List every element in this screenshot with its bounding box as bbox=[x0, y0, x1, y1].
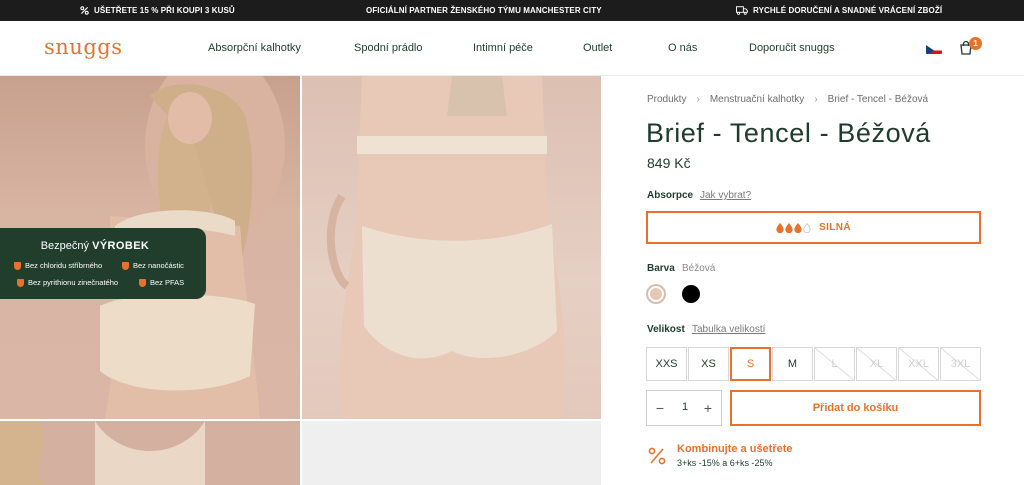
percent-icon bbox=[80, 6, 89, 15]
size-option-label: 3XL bbox=[950, 358, 971, 370]
breadcrumb-products[interactable]: Produkty bbox=[647, 94, 686, 105]
logo[interactable]: snuggs bbox=[44, 35, 123, 59]
truck-icon bbox=[736, 6, 748, 15]
size-label: Velikost bbox=[647, 324, 685, 335]
badge-item-label: Bez nanočástic bbox=[133, 261, 184, 270]
size-option-xs[interactable]: XS bbox=[688, 347, 729, 381]
product-image-4[interactable] bbox=[302, 421, 601, 485]
promo-delivery: RYCHLÉ DORUČENÍ A SNADNÉ VRÁCENÍ ZBOŽÍ bbox=[736, 0, 942, 21]
size-option-label: XL bbox=[869, 358, 884, 370]
shield-icon bbox=[17, 278, 24, 287]
combo-offer-title: Kombinujte a ušetřete bbox=[677, 443, 793, 455]
promo-delivery-text: RYCHLÉ DORUČENÍ A SNADNÉ VRÁCENÍ ZBOŽÍ bbox=[753, 6, 943, 15]
size-option-label: XXL bbox=[908, 358, 929, 370]
badge-title-bold: VÝROBEK bbox=[92, 240, 150, 252]
promo-partner: OFICIÁLNÍ PARTNER ŽENSKÉHO TÝMU MANCHEST… bbox=[366, 0, 602, 21]
combo-offer-details: 3+ks -15% a 6+ks -25% bbox=[677, 458, 773, 468]
chevron-right-icon: › bbox=[814, 94, 818, 105]
shield-icon bbox=[122, 261, 129, 270]
quantity-stepper: − 1 + bbox=[646, 390, 722, 426]
promo-partner-text: OFICIÁLNÍ PARTNER ŽENSKÉHO TÝMU MANCHEST… bbox=[366, 6, 602, 15]
add-to-cart-button[interactable]: Přidat do košíku bbox=[730, 390, 981, 426]
size-option-3xl[interactable]: 3XL bbox=[940, 347, 981, 381]
product-title: Brief - Tencel - Béžová bbox=[646, 118, 931, 148]
nav-absorbent-underwear[interactable]: Absorpční kalhotky bbox=[208, 42, 301, 54]
absorption-option[interactable]: SILNÁ bbox=[646, 211, 981, 244]
badge-item-label: Bez PFAS bbox=[150, 278, 185, 287]
shield-icon bbox=[14, 261, 21, 270]
color-value: Béžová bbox=[682, 263, 716, 274]
quantity-increase-button[interactable]: + bbox=[697, 391, 719, 425]
nav-about[interactable]: O nás bbox=[668, 42, 697, 54]
absorption-help-link[interactable]: Jak vybrat? bbox=[700, 190, 751, 201]
size-option-xxl[interactable]: XXL bbox=[898, 347, 939, 381]
product-image-3[interactable] bbox=[0, 421, 300, 485]
size-chart-link[interactable]: Tabulka velikostí bbox=[692, 324, 765, 335]
nav-outlet[interactable]: Outlet bbox=[583, 42, 612, 54]
color-label: Barva bbox=[647, 263, 675, 274]
badge-title: Bezpečný VÝROBEK bbox=[0, 240, 190, 252]
nav-intimate-care[interactable]: Intimní péče bbox=[473, 42, 533, 54]
size-option-xxs[interactable]: XXS bbox=[646, 347, 687, 381]
quantity-value[interactable]: 1 bbox=[673, 401, 697, 413]
breadcrumb-current: Brief - Tencel - Béžová bbox=[827, 94, 929, 105]
badge-item: Bez pyrithionu zinečnatého bbox=[17, 278, 118, 287]
size-option-s[interactable]: S bbox=[730, 347, 771, 381]
badge-item: Bez nanočástic bbox=[122, 261, 184, 270]
shield-icon bbox=[139, 278, 146, 287]
size-option-label: XXS bbox=[655, 358, 678, 370]
drop-filled-icon bbox=[794, 222, 802, 233]
drop-empty-icon bbox=[803, 222, 811, 233]
size-option-label: S bbox=[746, 358, 755, 370]
quantity-decrease-button[interactable]: − bbox=[649, 391, 671, 425]
drop-filled-icon bbox=[785, 222, 793, 233]
size-option-label: XS bbox=[701, 358, 716, 370]
cart-count-badge: 1 bbox=[969, 37, 982, 50]
chevron-right-icon: › bbox=[696, 94, 700, 105]
size-option-xl[interactable]: XL bbox=[856, 347, 897, 381]
breadcrumb-category[interactable]: Menstruační kalhotky bbox=[710, 94, 805, 105]
badge-item: Bez PFAS bbox=[139, 278, 184, 287]
product-price: 849 Kč bbox=[647, 155, 691, 171]
promo-bar: UŠETŘETE 15 % PŘI KOUPI 3 KUSŮ OFICIÁLNÍ… bbox=[0, 0, 1024, 21]
badge-item-label: Bez pyrithionu zinečnatého bbox=[28, 278, 119, 287]
absorption-level-indicator bbox=[776, 222, 811, 233]
absorption-label: Absorpce bbox=[647, 190, 694, 201]
nav-underwear[interactable]: Spodní prádlo bbox=[354, 42, 423, 54]
size-option-label: M bbox=[787, 358, 798, 370]
breadcrumb: Produkty › Menstruační kalhotky › Brief … bbox=[647, 94, 928, 105]
size-option-l[interactable]: L bbox=[814, 347, 855, 381]
czech-flag-icon[interactable] bbox=[926, 43, 942, 54]
badge-item: Bez chloridu stříbrného bbox=[14, 261, 102, 270]
badge-item-label: Bez chloridu stříbrného bbox=[25, 261, 103, 270]
color-swatch-beige[interactable] bbox=[646, 284, 666, 304]
drop-filled-icon bbox=[776, 222, 784, 233]
promo-discount-text: UŠETŘETE 15 % PŘI KOUPI 3 KUSŮ bbox=[94, 6, 235, 15]
product-image-2[interactable] bbox=[302, 76, 601, 419]
promo-discount: UŠETŘETE 15 % PŘI KOUPI 3 KUSŮ bbox=[80, 0, 235, 21]
color-swatch-black[interactable] bbox=[682, 285, 700, 303]
site-header: snuggs Absorpční kalhotky Spodní prádlo … bbox=[0, 21, 1024, 76]
absorption-value: SILNÁ bbox=[819, 222, 851, 233]
size-option-m[interactable]: M bbox=[772, 347, 813, 381]
size-option-label: L bbox=[831, 358, 838, 370]
badge-title-light: Bezpečný bbox=[40, 240, 90, 252]
percent-icon bbox=[648, 446, 666, 466]
safe-product-badge: Bezpečný VÝROBEK Bez chloridu stříbrného… bbox=[0, 228, 206, 299]
nav-refer[interactable]: Doporučit snuggs bbox=[749, 42, 835, 54]
